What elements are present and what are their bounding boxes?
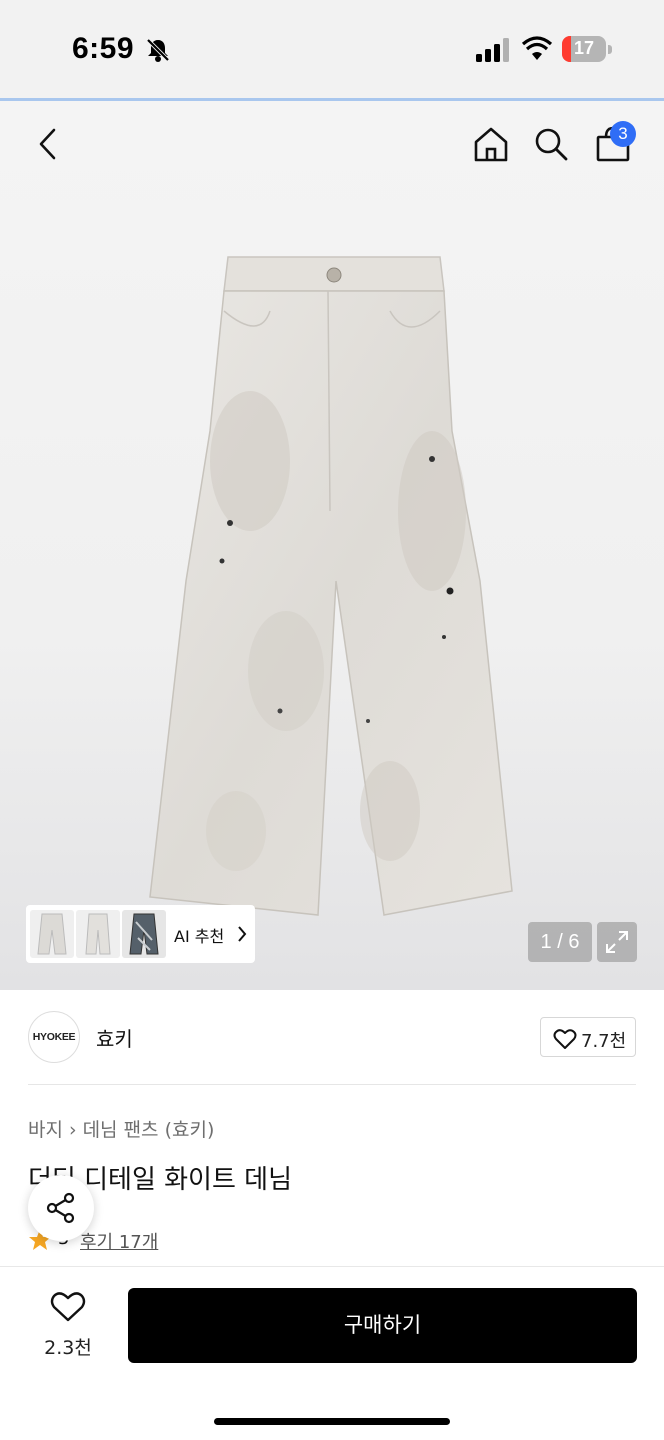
thumbnail-white-jeans[interactable] (30, 910, 74, 958)
battery-icon: 17 (562, 36, 612, 62)
chevron-right-icon: › (68, 1119, 77, 1141)
share-button[interactable] (28, 1175, 94, 1241)
bottom-action-bar: 2.3천 구매하기 (0, 1266, 664, 1440)
breadcrumb-category[interactable]: 바지 (28, 1119, 63, 1141)
wishlist-count: 2.3천 (44, 1337, 92, 1359)
top-navigation (0, 101, 664, 191)
breadcrumb: 바지 › 데님 팬츠 (효키) (28, 1115, 214, 1142)
cellular-signal-icon (476, 38, 509, 62)
home-icon[interactable] (472, 125, 510, 163)
status-bar: 6:59 17 (0, 0, 664, 101)
breadcrumb-subcategory[interactable]: 데님 팬츠 (효키) (83, 1119, 215, 1141)
buy-button[interactable]: 구매하기 (128, 1288, 637, 1363)
wifi-icon (522, 36, 552, 60)
brand-logo[interactable]: HYOKEE (28, 1011, 80, 1063)
jeans-thumb-icon (85, 913, 111, 955)
jeans-thumb-icon (37, 913, 67, 955)
review-count-link[interactable]: 후기 17개 (80, 1228, 158, 1254)
product-image-gallery[interactable]: AI 추천 1 / 6 (0, 101, 664, 990)
share-icon (46, 1192, 75, 1224)
product-jeans-image (149, 256, 513, 916)
expand-image-button[interactable] (597, 922, 637, 962)
status-time: 6:59 (72, 32, 135, 65)
back-arrow-icon[interactable] (34, 127, 62, 161)
ai-recommend-label[interactable]: AI 추천 (174, 923, 224, 947)
brand-like-count: 7.7천 (581, 1031, 627, 1052)
thumbnail-dark-jeans[interactable] (122, 910, 166, 958)
thumbnail-white-jeans-2[interactable] (76, 910, 120, 958)
battery-level: 17 (573, 38, 595, 58)
cart-count-badge: 3 (610, 121, 636, 147)
wishlist-button[interactable]: 2.3천 (30, 1291, 106, 1361)
heart-icon (50, 1292, 86, 1322)
image-page-indicator: 1 / 6 (528, 922, 592, 962)
divider (28, 1084, 636, 1085)
heart-icon (553, 1029, 577, 1049)
brand-row: HYOKEE 효키 7.7천 (0, 990, 664, 1086)
brand-like-button[interactable]: 7.7천 (540, 1017, 636, 1057)
expand-icon (606, 931, 628, 953)
home-indicator (214, 1418, 450, 1425)
bell-slash-icon (146, 38, 170, 62)
jeans-thumb-icon (129, 913, 159, 955)
brand-name[interactable]: 효키 (96, 1023, 133, 1052)
chevron-right-icon (238, 926, 247, 942)
search-icon[interactable] (532, 125, 570, 163)
ai-recommend-strip[interactable]: AI 추천 (26, 905, 255, 963)
